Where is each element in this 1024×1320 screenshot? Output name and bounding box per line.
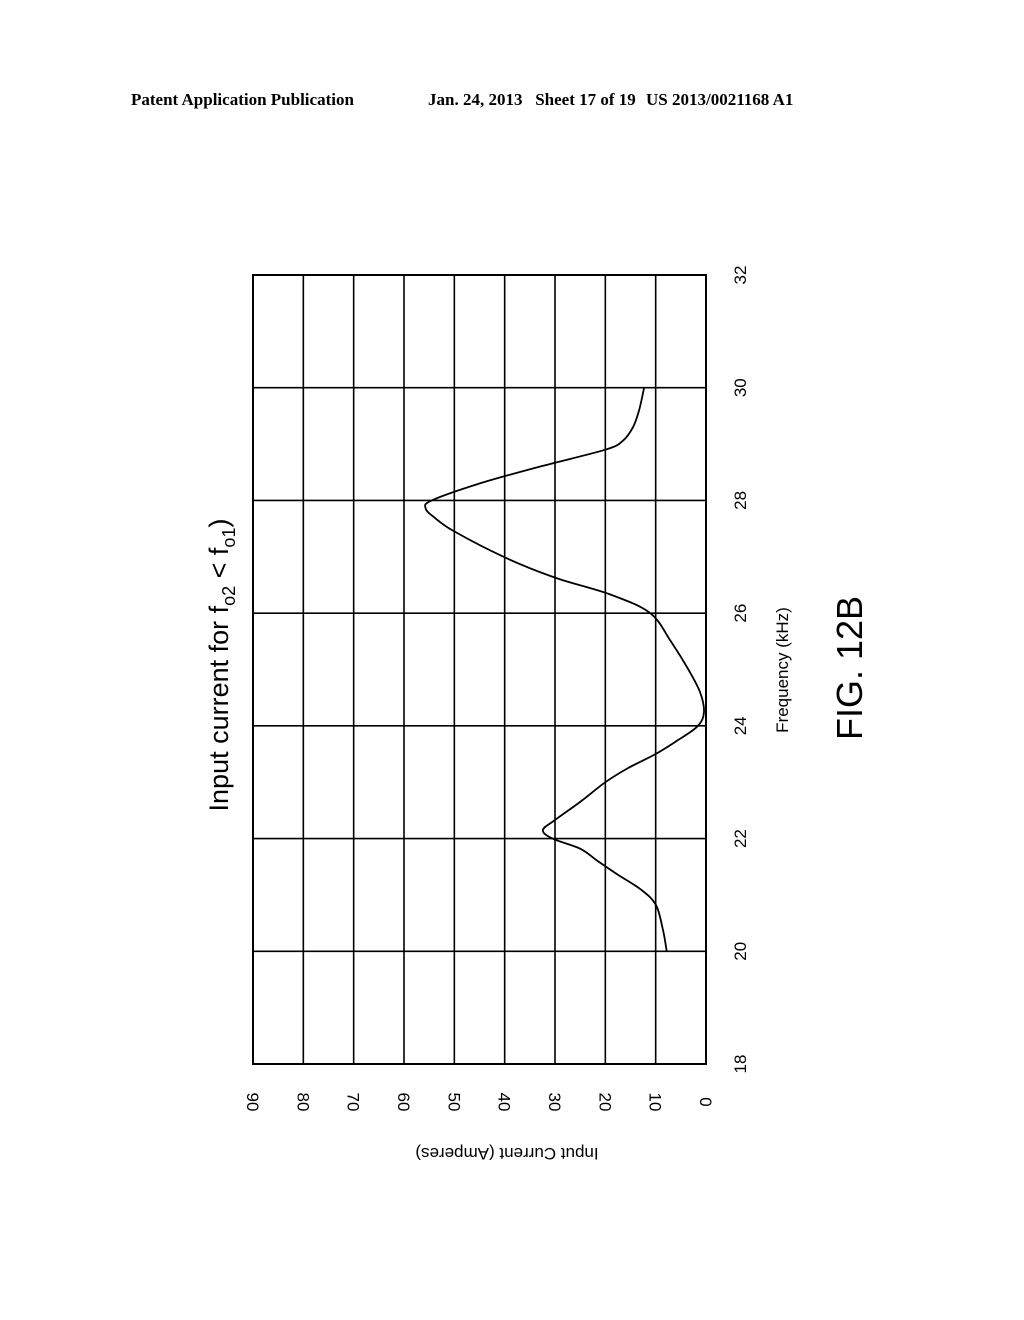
title-sub2: o1 — [219, 528, 239, 548]
x-axis-label: Frequency (kHz) — [773, 607, 792, 733]
input-current-curve — [424, 387, 705, 952]
input-current-chart: 18 20 22 24 26 28 30 32 0 10 20 30 40 50 60 70 80 90 Inp… — [204, 266, 870, 1163]
current-tick-90: 90 — [243, 1093, 262, 1112]
current-tick-70: 70 — [344, 1093, 363, 1112]
frequency-tick-labels: 18 20 22 24 26 28 30 32 — [731, 266, 750, 1074]
frequency-tick-26: 26 — [731, 604, 750, 623]
title-prefix: Input current for f — [204, 605, 234, 811]
current-tick-0: 0 — [696, 1097, 715, 1106]
current-tick-60: 60 — [394, 1093, 413, 1112]
current-tick-20: 20 — [595, 1093, 614, 1112]
frequency-tick-30: 30 — [731, 378, 750, 397]
plot-frame — [252, 274, 707, 1065]
frequency-tick-28: 28 — [731, 491, 750, 510]
chart-grid — [252, 274, 707, 1065]
frequency-tick-20: 20 — [731, 942, 750, 961]
current-tick-30: 30 — [545, 1093, 564, 1112]
current-tick-40: 40 — [495, 1093, 514, 1112]
y-axis-label: Input Current (Amperes) — [415, 1144, 598, 1163]
current-tick-10: 10 — [646, 1093, 665, 1112]
chart-title: Input current for fo2 < fo1) — [204, 519, 239, 812]
figure-label: FIG. 12B — [829, 596, 870, 740]
current-tick-labels: 0 10 20 30 40 50 60 70 80 90 — [243, 1093, 715, 1112]
frequency-tick-18: 18 — [731, 1055, 750, 1074]
current-tick-80: 80 — [293, 1093, 312, 1112]
frequency-tick-24: 24 — [731, 716, 750, 735]
frequency-tick-22: 22 — [731, 829, 750, 848]
frequency-tick-32: 32 — [731, 266, 750, 285]
title-sub1: o2 — [219, 586, 239, 606]
current-tick-50: 50 — [444, 1093, 463, 1112]
title-suffix: ) — [204, 519, 234, 528]
title-mid: < f — [204, 547, 234, 586]
